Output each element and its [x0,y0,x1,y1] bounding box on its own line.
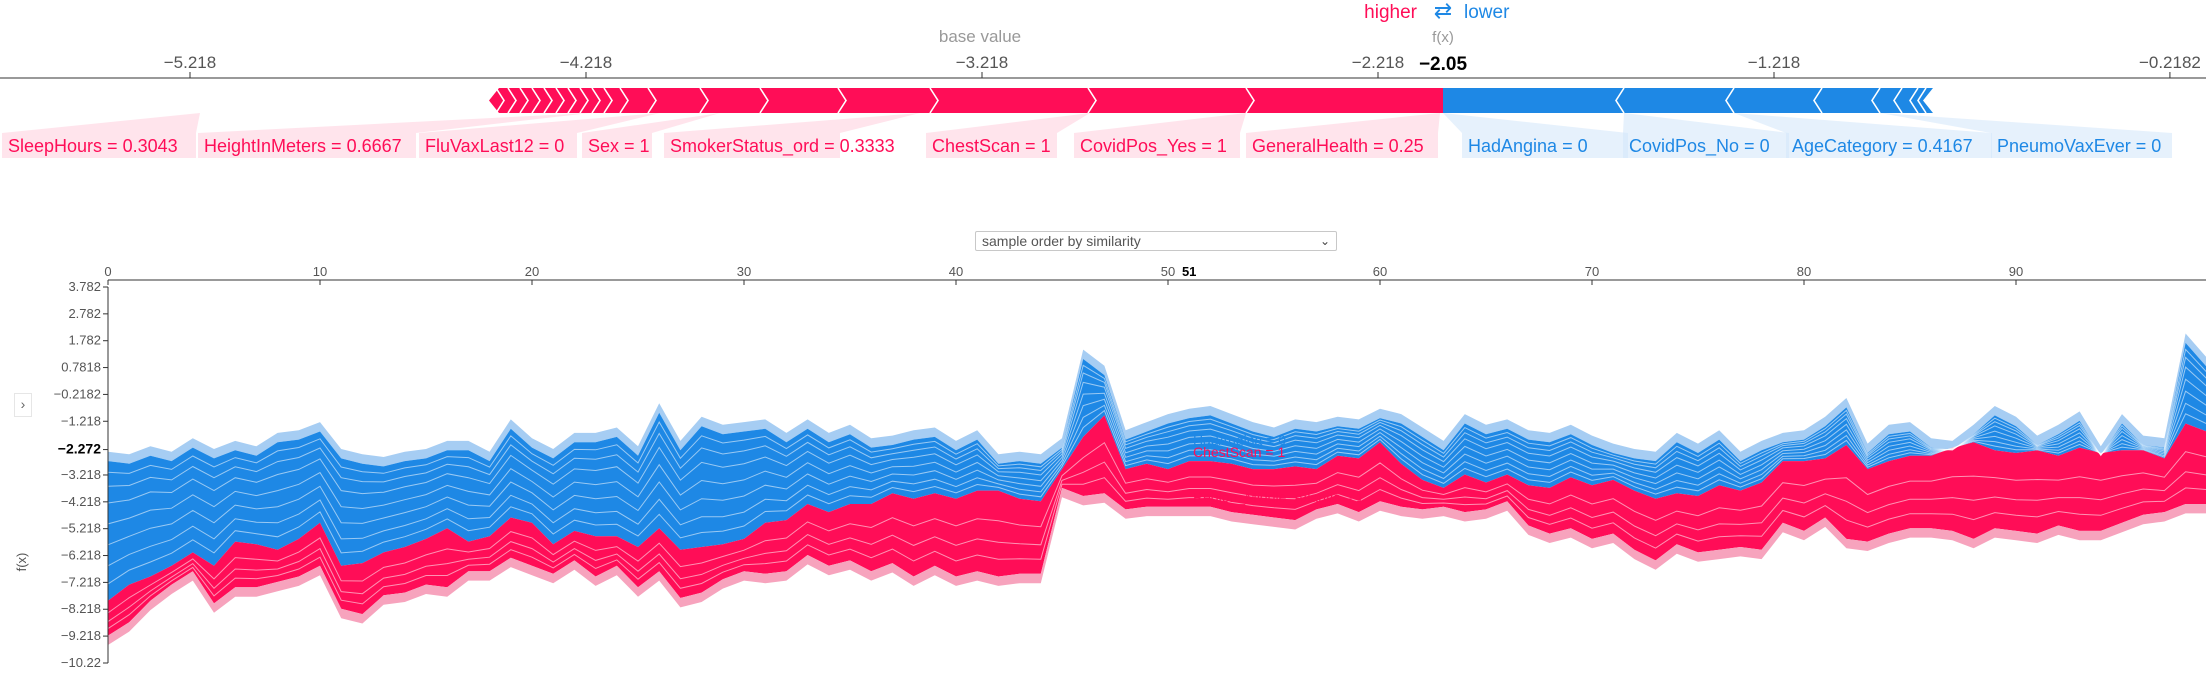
positive-feature-label: SleepHours = 0.3043 [8,136,178,156]
y-axis-tick-label: −3.218 [61,467,101,482]
y-axis-tick-label: −10.22 [61,655,101,670]
x-axis-tick-label: 90 [2009,264,2023,279]
y-axis-tick-label: −8.218 [61,601,101,616]
negative-force-bar [1443,88,1933,113]
legend-lower: lower [1464,2,1510,23]
y-axis-tick-label: −6.218 [61,548,101,563]
fx-value: −2.05 [1419,54,1468,75]
x-axis-tick-label: 0 [104,264,111,279]
positive-feature-label: Sex = 1 [588,136,650,156]
hover-label-positive: ChestScan = 1 [1193,444,1285,460]
positive-force-bar [489,88,1443,113]
x-axis-tick-label: 40 [949,264,963,279]
hover-label-positive: Region_Middle_Atlantic = 1 [1193,489,1364,505]
x-axis-tick-label: 20 [525,264,539,279]
force-axis-tick-label: −2.218 [1352,53,1404,72]
stacked-area-chart: 0 10 20 30 40 50 60 70 80 90 51 3.782 2.782 1.782 0.78… [14,264,2206,670]
negative-feature-label: HadAngina = 0 [1468,136,1588,156]
positive-feature-label: FluVaxLast12 = 0 [425,136,564,156]
x-axis-tick-label: 30 [737,264,751,279]
y-axis-tick-label: −9.218 [61,628,101,643]
negative-feature-label: CovidPos_No = 0 [1629,136,1770,157]
x-axis-tick-label: 70 [1585,264,1599,279]
y-axis-tick-label: −4.218 [61,494,101,509]
x-axis-tick-label: 60 [1373,264,1387,279]
positive-feature-label: CovidPos_Yes = 1 [1080,136,1227,157]
y-axis-tick-label: −2.272 [58,441,101,457]
y-axis-tick-label: 3.782 [68,279,101,294]
y-axis-tick-label: 0.7818 [61,360,101,375]
sample-order-select[interactable]: sample order by similarity ⌄ [975,231,1337,251]
y-axis-tick-label: −5.218 [61,521,101,536]
negative-feature-label: PneumoVaxEver = 0 [1997,136,2161,156]
legend-higher: higher [1364,2,1417,23]
positive-feature-label: GeneralHealth = 0.25 [1252,136,1424,156]
y-axis-tick-label: 2.782 [68,306,101,321]
force-plot: higher ⇄ lower f(x) base value −2.05 −5.… [0,0,2206,158]
positive-feature-label: SmokerStatus_ord = 0.3333 [670,136,895,157]
x-axis-tick-label: 50 [1161,264,1175,279]
chevron-down-icon: ⌄ [1319,234,1330,248]
x-axis-tick-label: 10 [313,264,327,279]
positive-feature-label: ChestScan = 1 [932,136,1051,156]
y-axis-tick-label: −0.2182 [54,386,101,401]
stack-areas [107,333,2206,645]
fx-label: f(x) [1432,29,1454,46]
force-axis-tick-label: −0.2182 [2139,53,2201,72]
force-axis-tick-label: −1.218 [1748,53,1800,72]
base-value-label: base value [939,27,1021,46]
force-axis: −5.218 −4.218 −3.218 −2.218 −1.218 −0.2182 [0,53,2206,79]
sample-order-select-label: sample order by similarity [982,233,1141,249]
x-axis-tick-label: 80 [1797,264,1811,279]
y-axis-tick-label: 1.782 [68,333,101,348]
force-labels: SleepHours = 0.3043 HeightInMeters = 0.66… [2,113,2172,158]
force-axis-tick-label: −5.218 [164,53,216,72]
y-axis-tick-label: −7.218 [61,574,101,589]
y-axis-label: f(x) [14,553,29,572]
force-axis-tick-label: −3.218 [956,53,1008,72]
legend-arrow-icon: ⇄ [1434,0,1452,23]
negative-feature-label: AgeCategory = 0.4167 [1792,136,1973,156]
x-axis-highlight-label: 51 [1182,264,1196,279]
positive-feature-label: HeightInMeters = 0.6667 [204,136,402,156]
force-bars [489,87,1933,114]
force-axis-tick-label: −4.218 [560,53,612,72]
y-axis-tick-label: −1.218 [61,413,101,428]
